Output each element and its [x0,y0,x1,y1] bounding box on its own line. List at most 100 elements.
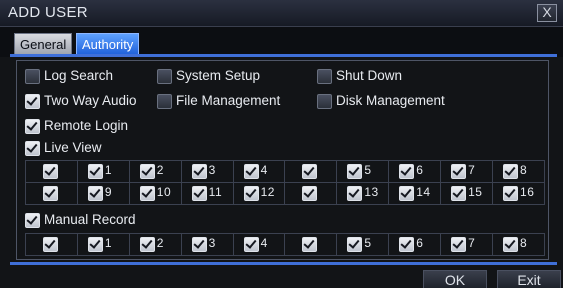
checkbox-icon[interactable] [451,237,467,252]
window-title: ADD USER [8,4,88,21]
option-manual-record[interactable]: Manual Record [25,211,165,229]
live-view-checkbox[interactable] [25,141,40,156]
checkbox-icon[interactable] [87,164,103,179]
channel-cell: 13 [336,182,390,205]
system-setup-checkbox[interactable] [157,69,172,84]
two-way-audio-label: Two Way Audio [44,93,137,108]
channel-cell [284,160,338,183]
channel-cell: 3 [180,160,234,183]
channel-number: 7 [468,163,476,177]
option-disk-management[interactable]: Disk Management [317,92,467,110]
channel-number: 6 [416,163,424,177]
option-live-view[interactable]: Live View [25,139,155,157]
shut-down-checkbox[interactable] [317,69,332,84]
channel-cell [25,160,78,183]
close-icon[interactable]: X [537,4,557,22]
channel-cell [25,182,78,205]
checkbox-icon[interactable] [191,164,207,179]
checkbox-icon[interactable] [43,186,58,201]
channel-cell: 1 [76,160,130,183]
channel-cell: 4 [232,233,286,256]
title-bar: ADD USER X [0,0,563,27]
channel-number: 2 [156,163,164,177]
channel-number: 8 [520,236,528,250]
exit-button[interactable]: Exit [497,270,561,288]
channel-number: 6 [416,236,424,250]
shut-down-label: Shut Down [336,68,403,83]
two-way-audio-checkbox[interactable] [25,94,40,109]
file-management-checkbox[interactable] [157,94,172,109]
remote-login-checkbox[interactable] [25,119,40,134]
channel-number: 7 [468,236,476,250]
channel-cell: 1 [76,233,130,256]
live-view-row-2: 9 10 11 12 13 14 15 16 [25,182,545,205]
tab-authority[interactable]: Authority [76,33,140,55]
channel-cell: 10 [128,182,182,205]
channel-cell: 2 [128,233,182,256]
channel-cell: 4 [232,160,286,183]
checkbox-icon[interactable] [191,186,207,201]
checkbox-icon[interactable] [243,164,259,179]
channel-cell: 8 [492,233,545,256]
checkbox-icon[interactable] [451,164,467,179]
checkbox-icon[interactable] [243,186,259,201]
option-shut-down[interactable]: Shut Down [317,67,437,85]
channel-cell: 11 [180,182,234,205]
disk-management-checkbox[interactable] [317,94,332,109]
checkbox-icon[interactable] [399,237,415,252]
checkbox-icon[interactable] [399,186,415,201]
channel-cell: 16 [492,182,545,205]
checkbox-icon[interactable] [43,164,58,179]
option-file-management[interactable]: File Management [157,92,307,110]
checkbox-icon[interactable] [451,186,467,201]
checkbox-icon[interactable] [191,237,207,252]
checkbox-icon[interactable] [139,237,155,252]
checkbox-icon[interactable] [139,186,155,201]
checkbox-icon[interactable] [43,237,58,252]
checkbox-icon[interactable] [139,164,155,179]
checkbox-icon[interactable] [347,164,363,179]
live-view-row-1: 1 2 3 4 5 6 7 8 [25,160,545,183]
channel-number: 3 [208,236,216,250]
log-search-checkbox[interactable] [25,69,40,84]
channel-cell: 15 [440,182,494,205]
channel-cell: 7 [440,160,494,183]
checkbox-icon[interactable] [399,164,415,179]
checkbox-icon[interactable] [347,186,363,201]
channel-cell: 2 [128,160,182,183]
tab-general[interactable]: General [14,33,73,55]
checkbox-icon[interactable] [347,237,363,252]
channel-number: 4 [260,236,268,250]
channel-cell: 7 [440,233,494,256]
checkbox-icon[interactable] [503,164,519,179]
manual-record-checkbox[interactable] [25,213,40,228]
add-user-dialog: ADD USER X General Authority Log Search … [0,0,563,288]
channel-number: 13 [364,185,379,199]
option-log-search[interactable]: Log Search [25,67,145,85]
option-remote-login[interactable]: Remote Login [25,117,155,135]
channel-cell: 6 [388,160,442,183]
checkbox-icon[interactable] [302,186,318,201]
checkbox-icon[interactable] [503,237,519,252]
channel-number: 12 [260,185,275,199]
checkbox-icon[interactable] [503,186,519,201]
channel-cell: 6 [388,233,442,256]
channel-number: 1 [104,163,113,177]
manual-record-channel-grid: 1 2 3 4 5 6 7 8 [25,233,545,256]
option-system-setup[interactable]: System Setup [157,67,307,85]
channel-cell: 5 [336,233,390,256]
channel-number: 16 [520,185,535,199]
option-two-way-audio[interactable]: Two Way Audio [25,92,155,110]
checkbox-icon[interactable] [302,164,318,179]
checkbox-icon[interactable] [87,237,103,252]
checkbox-icon[interactable] [243,237,259,252]
checkbox-icon[interactable] [87,186,103,201]
authority-panel: Log Search System Setup Shut Down Two Wa… [16,60,549,260]
channel-number: 5 [364,236,372,250]
channel-number: 1 [104,236,113,250]
channel-number: 4 [260,163,268,177]
channel-cell [284,182,338,205]
live-view-channel-grid: 12345678 9 10 11 12 13 14 15 16 [25,160,545,205]
ok-button[interactable]: OK [423,270,487,288]
checkbox-icon[interactable] [302,237,318,252]
